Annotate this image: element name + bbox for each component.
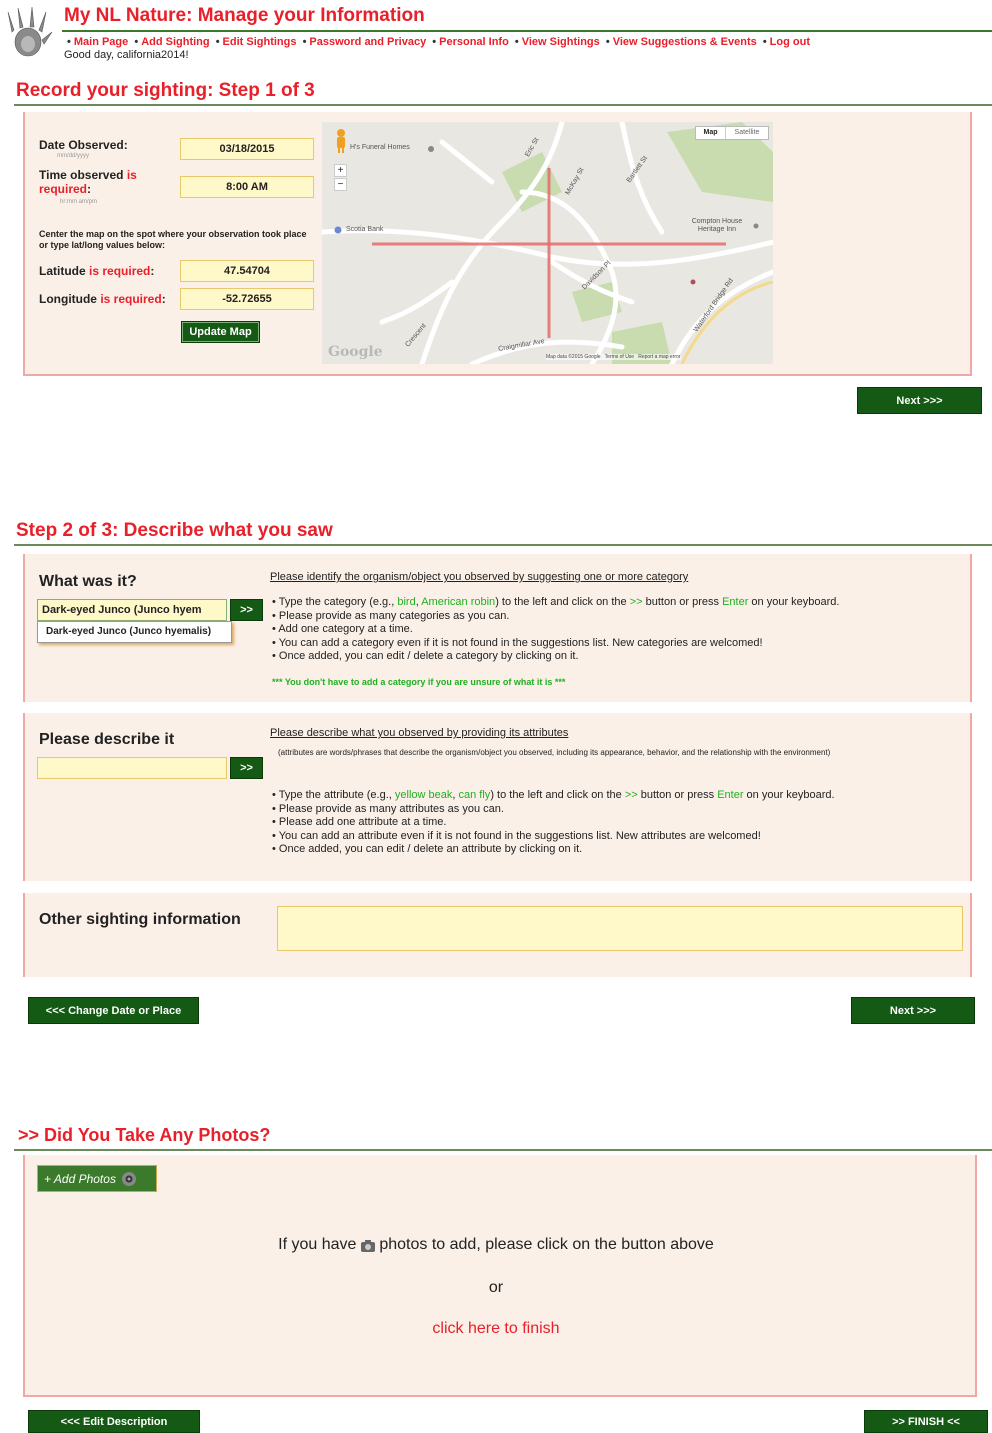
nav-view-suggestions-events[interactable]: View Suggestions & Events [613,36,757,48]
attribute-instruction-1: Type the attribute (e.g., yellow beak, c… [272,789,962,803]
nav-password-privacy[interactable]: Password and Privacy [309,36,426,48]
main-nav: • Main Page • Add Sighting • Edit Sightings… [67,36,810,48]
category-instruction-1: Type the category (e.g., bird, American … [272,596,962,610]
time-label: Time observed is required: [39,168,137,196]
attribute-explanation: (attributes are words/phrases that descr… [278,748,831,757]
attribute-instruction-3: Please add one attribute at a time. [272,816,962,830]
paw-logo-icon [6,6,54,62]
date-label: Date Observed: [39,138,128,152]
step2-title: Step 2 of 3: Describe what you saw [16,520,333,541]
change-date-place-button[interactable]: <<< Change Date or Place [28,997,199,1024]
category-instruction-5: Once added, you can edit / delete a cate… [272,650,962,664]
edit-description-button[interactable]: <<< Edit Description [28,1410,200,1433]
finish-link[interactable]: click here to finish [0,1320,992,1338]
map-label-funeral-homes: H's Funeral Homes [350,144,410,151]
attribute-instructions-heading: Please describe what you observed by pro… [270,727,569,739]
greeting-text: Good day, california2014! [64,49,189,61]
step1-next-button[interactable]: Next >>> [857,387,982,414]
map-footer: Map data ©2015 Google Terms of Use Repor… [546,354,681,360]
add-attribute-button[interactable]: >> [230,757,263,779]
category-instruction-2: Please provide as many categories as you… [272,610,962,624]
update-map-button[interactable]: Update Map [181,321,260,343]
category-instructions-heading: Please identify the organism/object you … [270,571,689,583]
step1-title: Record your sighting: Step 1 of 3 [16,80,315,101]
or-text: or [488,1279,504,1296]
nav-main-page[interactable]: Main Page [74,36,128,48]
other-info-textarea[interactable] [277,906,963,951]
category-optional-note: *** You don't have to add a category if … [272,677,566,687]
map-tab-map[interactable]: Map [696,127,726,139]
time-hint: hr:mm am/pm [60,199,98,205]
time-input[interactable]: 8:00 AM [180,176,314,198]
photos-prompt: If you have photos to add, please click … [278,1236,714,1253]
attribute-instruction-4: You can add an attribute even if it is n… [272,830,962,844]
attribute-instruction-2: Please provide as many attributes as you… [272,803,962,817]
category-instructions: Type the category (e.g., bird, American … [272,596,962,664]
describe-label: Please describe it [39,731,175,748]
other-info-label: Other sighting information [39,911,241,928]
step2-next-button[interactable]: Next >>> [851,997,975,1024]
step1-divider [14,104,992,106]
zoom-in-button[interactable]: + [334,164,347,177]
add-category-button[interactable]: >> [230,599,263,621]
category-instruction-3: Add one category at a time. [272,623,962,637]
map-type-toggle: Map Satellite [695,126,769,140]
add-photos-button[interactable]: + Add Photos [37,1165,157,1192]
step3-title: >> Did You Take Any Photos? [18,1125,271,1145]
step2-divider [14,544,992,546]
attribute-input[interactable] [37,757,227,779]
location-map[interactable]: + − Map Satellite H's Funeral Homes Scot… [322,122,773,364]
what-was-it-label: What was it? [39,573,137,590]
zoom-out-button[interactable]: − [334,178,347,191]
date-hint: mm/dd/yyyy [57,153,90,159]
map-label-compton-house: Compton House Heritage Inn [691,218,743,233]
nav-log-out[interactable]: Log out [770,36,810,48]
attribute-instructions: Type the attribute (e.g., yellow beak, c… [272,789,962,857]
nav-personal-info[interactable]: Personal Info [439,36,509,48]
site-title: My NL Nature: Manage your Information [64,5,425,26]
nav-view-sightings[interactable]: View Sightings [522,36,600,48]
nav-add-sighting[interactable]: Add Sighting [141,36,209,48]
date-input[interactable]: 03/18/2015 [180,138,314,160]
camera-icon [120,1171,138,1187]
pegman-icon[interactable] [334,128,348,154]
photos-panel [23,1155,977,1397]
header-divider [62,30,992,32]
google-logo: Google [328,344,383,360]
camera-inline-icon [360,1239,375,1252]
latitude-input[interactable]: 47.54704 [180,260,314,282]
latitude-label: Latitude is required: [39,264,155,278]
nav-edit-sightings[interactable]: Edit Sightings [223,36,297,48]
category-instruction-4: You can add a category even if it is not… [272,637,962,651]
add-photos-label: + Add Photos [44,1171,116,1186]
longitude-input[interactable]: -52.72655 [180,288,314,310]
step3-divider [14,1149,992,1151]
category-input[interactable]: Dark-eyed Junco (Junco hyem [37,599,227,621]
map-tab-satellite[interactable]: Satellite [726,127,768,139]
longitude-label: Longitude is required: [39,292,166,306]
category-suggestion-item[interactable]: Dark-eyed Junco (Junco hyemalis) [37,621,232,643]
center-map-note: Center the map on the spot where your ob… [39,229,307,250]
map-streets [322,122,773,364]
finish-button[interactable]: >> FINISH << [864,1410,988,1433]
map-label-scotia-bank: Scotia Bank [346,226,384,233]
attribute-instruction-5: Once added, you can edit / delete an att… [272,843,962,857]
